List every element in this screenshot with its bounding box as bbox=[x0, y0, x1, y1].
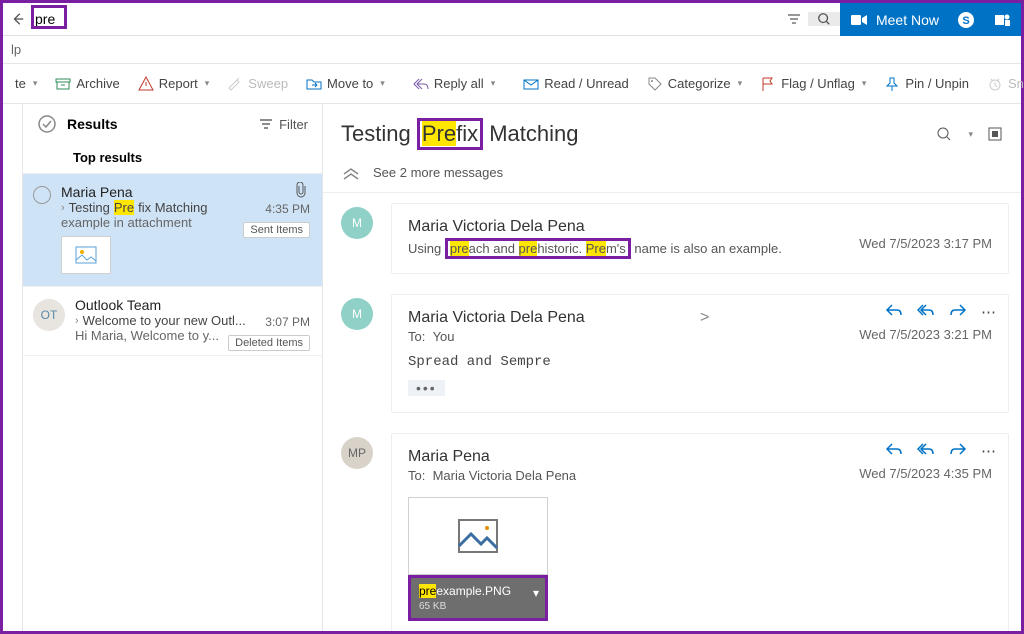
chevron-down-icon: ▾ bbox=[205, 78, 210, 89]
avatar: MP bbox=[341, 437, 373, 469]
skype-icon[interactable]: S bbox=[957, 11, 975, 29]
reply-all-icon[interactable] bbox=[917, 442, 935, 460]
reply-icon[interactable] bbox=[885, 303, 903, 321]
meet-now-label: Meet Now bbox=[876, 12, 939, 28]
attachment-preview bbox=[408, 497, 548, 575]
archive-button[interactable]: Archive bbox=[49, 72, 125, 96]
teams-icon[interactable] bbox=[993, 11, 1011, 29]
attachment-icon bbox=[294, 182, 308, 198]
chevron-down-icon[interactable]: ▾ bbox=[968, 129, 973, 140]
pin-button[interactable]: Pin / Unpin bbox=[878, 72, 975, 96]
flag-button[interactable]: Flag / Unflag▾ bbox=[754, 72, 872, 96]
select-circle[interactable] bbox=[33, 186, 51, 204]
expand-up-icon[interactable] bbox=[341, 164, 361, 180]
avatar: M bbox=[341, 207, 373, 239]
snooze-button[interactable]: Snooze▾ bbox=[981, 72, 1024, 96]
expand-quoted-button[interactable]: ••• bbox=[408, 380, 445, 396]
forward-icon[interactable] bbox=[949, 442, 967, 460]
avatar: M bbox=[341, 298, 373, 330]
sub-row-label: lp bbox=[11, 42, 21, 57]
attachment-thumb[interactable] bbox=[61, 236, 111, 274]
left-gutter bbox=[3, 104, 23, 631]
meet-now-button[interactable]: Meet Now bbox=[850, 12, 939, 28]
message-date: Wed 7/5/2023 3:17 PM bbox=[859, 236, 992, 251]
more-actions-icon[interactable]: ⋯ bbox=[981, 303, 996, 321]
result-from: Maria Pena bbox=[61, 184, 310, 200]
attachment-label[interactable]: preexample.PNG 65 KB ▾ bbox=[408, 575, 548, 621]
sub-row: lp bbox=[3, 36, 1021, 64]
see-more-link[interactable]: See 2 more messages bbox=[373, 165, 503, 180]
chevron-down-icon: ▾ bbox=[33, 78, 38, 89]
categorize-button[interactable]: Categorize▾ bbox=[641, 72, 748, 96]
chevron-right-icon: › bbox=[61, 202, 65, 214]
result-time: 3:07 PM bbox=[265, 315, 310, 329]
search-input-wrap bbox=[33, 7, 780, 31]
result-folder: Sent Items bbox=[243, 222, 310, 238]
message-card[interactable]: ⋯ Maria Pena To: Maria Victoria Dela Pen… bbox=[391, 433, 1009, 631]
results-column: Results Filter Top results Maria Pena › … bbox=[23, 104, 323, 631]
move-to-button[interactable]: Move to▾ bbox=[300, 72, 391, 96]
select-all-icon[interactable] bbox=[37, 114, 57, 134]
reply-all-icon[interactable] bbox=[917, 303, 935, 321]
message-from: Maria Victoria Dela Pena bbox=[408, 218, 992, 236]
back-button[interactable] bbox=[3, 12, 33, 26]
result-folder: Deleted Items bbox=[228, 335, 310, 351]
chevron-down-icon: ▾ bbox=[380, 78, 385, 89]
search-filter-button[interactable] bbox=[780, 13, 808, 25]
result-time: 4:35 PM bbox=[265, 202, 310, 216]
svg-text:S: S bbox=[962, 15, 969, 27]
forward-icon[interactable] bbox=[949, 303, 967, 321]
filter-button[interactable]: Filter bbox=[259, 117, 308, 132]
results-title: Results bbox=[67, 116, 118, 132]
popout-button[interactable] bbox=[987, 126, 1003, 142]
message-date: Wed 7/5/2023 3:21 PM bbox=[859, 327, 992, 342]
chevron-down-icon: ▾ bbox=[491, 78, 496, 89]
chevron-down-icon: ▾ bbox=[862, 78, 867, 89]
message-card[interactable]: ⋯ Maria Victoria Dela Pena > To: You Wed… bbox=[391, 294, 1009, 413]
chevron-down-icon[interactable]: ▾ bbox=[533, 586, 539, 600]
report-button[interactable]: Report▾ bbox=[132, 72, 216, 96]
search-input[interactable] bbox=[33, 7, 780, 31]
zoom-button[interactable] bbox=[936, 126, 952, 142]
avatar: OT bbox=[33, 299, 65, 331]
result-item[interactable]: Maria Pena › Testing Prefix Matching exa… bbox=[23, 174, 322, 287]
message-actions: ⋯ bbox=[885, 303, 996, 321]
message-toolbar: te▾ Archive Report▾ Sweep Move to▾ Reply… bbox=[3, 64, 1021, 104]
reading-pane: Testing Prefix Matching ▾ See 2 more mes… bbox=[323, 104, 1021, 631]
result-item[interactable]: OT Outlook Team › Welcome to your new Ou… bbox=[23, 287, 322, 356]
result-from: Outlook Team bbox=[75, 297, 310, 313]
search-submit-button[interactable] bbox=[808, 12, 840, 26]
top-results-header: Top results bbox=[23, 140, 322, 174]
message-date: Wed 7/5/2023 4:35 PM bbox=[859, 466, 992, 481]
sweep-button[interactable]: Sweep bbox=[221, 72, 294, 96]
more-actions-icon[interactable]: ⋯ bbox=[981, 442, 996, 460]
message-actions: ⋯ bbox=[885, 442, 996, 460]
message-card[interactable]: Maria Victoria Dela Pena Using preach an… bbox=[391, 203, 1009, 274]
reply-all-button[interactable]: Reply all▾ bbox=[407, 72, 501, 96]
attachment[interactable]: preexample.PNG 65 KB ▾ bbox=[408, 497, 548, 621]
quote-marker: > bbox=[700, 309, 709, 327]
app-header-right: Meet Now S bbox=[840, 3, 1021, 36]
conversation-title: Testing Prefix Matching bbox=[341, 118, 926, 150]
chevron-right-icon: › bbox=[75, 315, 79, 327]
message-body: Spread and Sempre bbox=[408, 354, 992, 370]
delete-button[interactable]: te▾ bbox=[9, 72, 43, 95]
chevron-down-icon: ▾ bbox=[738, 78, 743, 89]
reply-icon[interactable] bbox=[885, 442, 903, 460]
read-unread-button[interactable]: Read / Unread bbox=[517, 72, 635, 96]
